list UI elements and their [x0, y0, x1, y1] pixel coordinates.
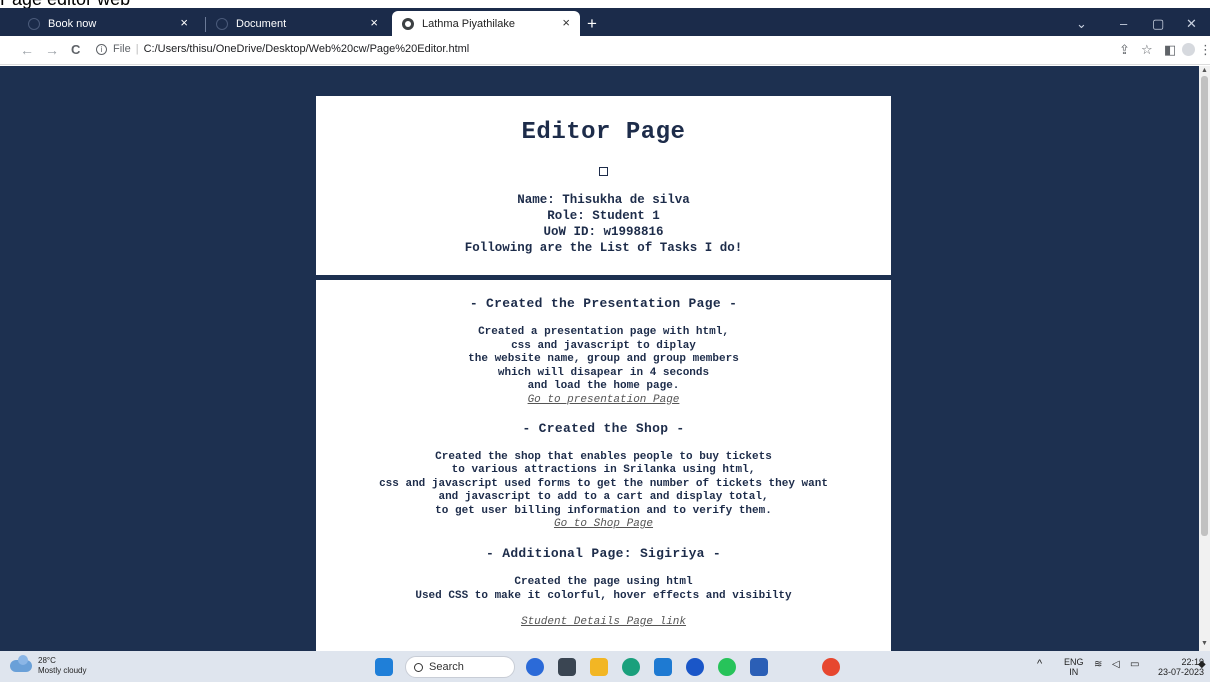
info-icon[interactable]: i	[96, 43, 107, 55]
volume-icon[interactable]: ◁	[1112, 660, 1120, 670]
profile-name: Name: Thisukha de silva	[517, 193, 690, 207]
bookmark-star-icon[interactable]: ☆	[1141, 43, 1153, 57]
lang-code: ENG	[1064, 657, 1084, 667]
scroll-down-arrow-icon[interactable]: ▼	[1201, 640, 1208, 647]
profile-uow-id: UoW ID: w1998816	[543, 225, 664, 239]
page-scrollbar[interactable]: ▲ ▼	[1199, 66, 1210, 651]
minimize-button[interactable]: –	[1120, 16, 1127, 31]
profile-role: Role: Student 1	[547, 209, 660, 223]
taskbar-search[interactable]: Search	[405, 656, 515, 678]
body-line: the website name, group and group member…	[468, 353, 739, 365]
section-body-sigiriya: Created the page using html Used CSS to …	[316, 576, 891, 603]
globe-icon	[216, 17, 228, 30]
edge-icon[interactable]	[622, 658, 640, 676]
weather-temp: 28°C	[38, 656, 56, 665]
side-panel-icon[interactable]: ◧	[1164, 43, 1176, 57]
browser-tab-strip: Book now × Document × Lathma Piyathilake…	[0, 8, 1210, 36]
cloud-icon	[10, 655, 32, 672]
body-line: Used CSS to make it colorful, hover effe…	[415, 589, 792, 602]
section-title-presentation: - Created the Presentation Page -	[469, 296, 738, 311]
body-line: which will disapear in 4 seconds	[497, 366, 710, 379]
editor-header-card: Editor Page Name: Thisukha de silva Role…	[316, 96, 891, 275]
close-icon[interactable]: ×	[562, 16, 570, 30]
close-icon[interactable]: ×	[370, 16, 378, 30]
globe-icon	[402, 17, 414, 30]
search-icon	[414, 662, 423, 672]
chrome-icon[interactable]	[822, 658, 840, 676]
profile-avatar-icon[interactable]	[1182, 43, 1195, 56]
body-line: Created the shop that enables people to …	[435, 450, 772, 463]
whatsapp-icon[interactable]	[718, 658, 736, 676]
search-label: Search	[429, 661, 464, 673]
weather-condition: Mostly cloudy	[38, 666, 87, 675]
profile-intro: Following are the List of Tasks I do!	[464, 241, 743, 255]
body-line: css and javascript used forms to get the…	[379, 477, 828, 490]
back-button[interactable]: ←	[20, 43, 34, 57]
scroll-up-arrow-icon[interactable]: ▲	[1201, 67, 1208, 74]
close-window-button[interactable]: ✕	[1186, 16, 1197, 32]
profile-info: Name: Thisukha de silva Role: Student 1 …	[316, 192, 891, 256]
presentation-page-link[interactable]: Go to presentation Page	[316, 394, 891, 407]
tab-document[interactable]: Document ×	[206, 11, 388, 36]
language-indicator[interactable]: ENG IN	[1064, 657, 1084, 677]
section-title-sigiriya: - Additional Page: Sigiriya -	[486, 546, 721, 561]
body-line: and load the home page.	[527, 380, 680, 392]
body-line: and javascript to add to a cart and disp…	[438, 491, 769, 503]
vscode-icon[interactable]	[654, 658, 672, 676]
broken-image-icon	[599, 167, 608, 176]
url-scheme: File	[113, 43, 131, 55]
body-line: to get user billing information and to v…	[435, 504, 772, 517]
page-viewport: Editor Page Name: Thisukha de silva Role…	[0, 66, 1199, 651]
student-details-link[interactable]: Student Details Page link	[316, 616, 891, 629]
tray-overflow-icon[interactable]: ^	[1037, 659, 1042, 670]
body-line: css and javascript to diplay	[511, 339, 696, 352]
tasks-card: - Created the Presentation Page - Create…	[316, 280, 891, 651]
section-title-shop: - Created the Shop -	[522, 420, 685, 436]
tab-lathma-piyathilake[interactable]: Lathma Piyathilake ×	[392, 11, 580, 36]
section-body-shop: Created the shop that enables people to …	[316, 451, 891, 519]
wifi-icon[interactable]: ≋	[1094, 660, 1102, 670]
close-icon[interactable]: ×	[180, 16, 188, 30]
battery-icon[interactable]: ▭	[1130, 660, 1139, 670]
notification-icon[interactable]: ◆	[1198, 660, 1206, 670]
page-title: Editor Page	[521, 119, 686, 146]
address-bar: ← → C i File | C:/Users/thisu/OneDrive/D…	[0, 36, 1210, 65]
tab-label: Document	[236, 17, 287, 30]
task-view-icon[interactable]	[558, 658, 576, 676]
forward-button[interactable]: →	[45, 43, 59, 57]
reload-button[interactable]: C	[71, 43, 80, 57]
body-line: to various attractions in Srilanka using…	[451, 464, 756, 476]
body-line: Created the page using html	[514, 576, 693, 588]
cortana-icon[interactable]	[686, 658, 704, 676]
section-body-presentation: Created a presentation page with html, c…	[316, 326, 891, 394]
share-icon[interactable]: ⇪	[1119, 43, 1130, 57]
url-field[interactable]: i File | C:/Users/thisu/OneDrive/Desktop…	[96, 43, 469, 55]
file-explorer-icon[interactable]	[590, 658, 608, 676]
restore-button[interactable]: ▢	[1152, 16, 1164, 32]
tab-search-icon[interactable]: ⌄	[1076, 16, 1087, 32]
body-line: Created a presentation page with html,	[478, 326, 729, 338]
shop-page-link[interactable]: Go to Shop Page	[316, 518, 891, 531]
scrollbar-thumb[interactable]	[1201, 76, 1208, 536]
windows-start-icon[interactable]	[375, 658, 393, 676]
tab-book-now[interactable]: Book now ×	[18, 11, 198, 36]
globe-icon	[28, 17, 40, 30]
tab-label: Lathma Piyathilake	[422, 17, 515, 30]
windows-taskbar: 28°C Mostly cloudy Search ^ ENG IN ≋ ◁ ▭…	[0, 651, 1210, 682]
window-caption: Page editor web	[0, 0, 130, 8]
bing-chat-icon[interactable]	[526, 658, 544, 676]
url-separator: |	[135, 43, 139, 55]
tab-label: Book now	[48, 17, 97, 30]
url-text: C:/Users/thisu/OneDrive/Desktop/Web%20cw…	[143, 43, 470, 55]
weather-widget[interactable]: 28°C Mostly cloudy	[10, 655, 87, 676]
region-code: IN	[1069, 667, 1079, 677]
menu-kebab-icon[interactable]: ⋮	[1199, 43, 1210, 57]
new-tab-button[interactable]: +	[587, 15, 597, 32]
word-icon[interactable]	[750, 658, 768, 676]
